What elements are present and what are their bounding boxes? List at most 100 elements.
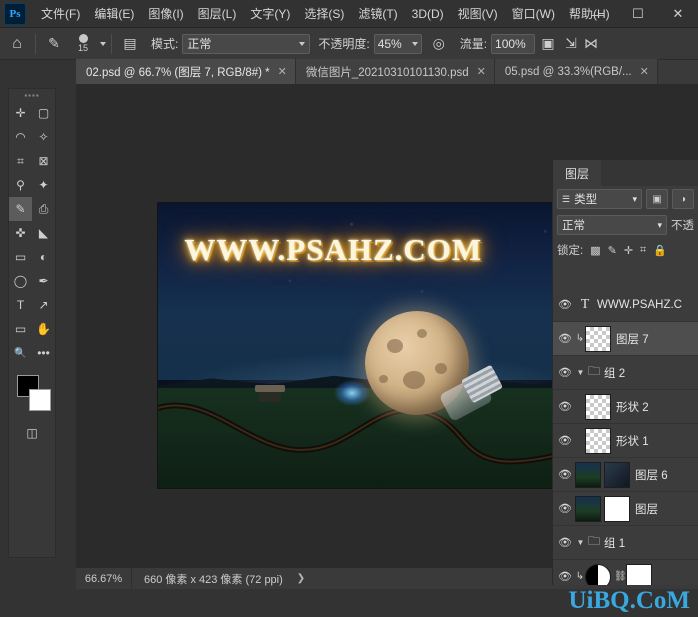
layer-mask-thumbnail[interactable]: [604, 495, 630, 522]
menu-window[interactable]: 窗口(W): [505, 0, 562, 28]
history-brush-tool[interactable]: ✜: [9, 221, 32, 245]
brush-preset-chevron-down-icon[interactable]: [100, 41, 106, 46]
layer-row[interactable]: 👁 ▼ 🗀 组 1: [553, 526, 698, 560]
layer-row[interactable]: 👁 ▼ 🗀 组 2: [553, 356, 698, 390]
home-icon[interactable]: ⌂: [4, 32, 30, 56]
layer-visibility-icon[interactable]: 👁: [555, 332, 575, 345]
flow-input[interactable]: 100%: [491, 33, 536, 54]
type-tool[interactable]: T: [9, 293, 32, 317]
tab-layers[interactable]: 图层: [553, 160, 602, 186]
layer-blend-mode-select[interactable]: 正常 ▾: [557, 215, 667, 235]
mask-link-icon[interactable]: ⛓: [614, 571, 627, 582]
layer-mask-thumbnail[interactable]: [626, 563, 652, 585]
background-color-swatch[interactable]: [29, 389, 51, 411]
adjustment-layer-thumbnail[interactable]: [585, 563, 611, 585]
tab-02-psd[interactable]: 02.psd @ 66.7% (图层 7, RGB/8#) * ✕: [76, 59, 296, 84]
tab-wechat-image[interactable]: 微信图片_20210310101130.psd ✕: [295, 59, 495, 84]
close-button[interactable]: ✕: [658, 0, 698, 28]
crop-tool[interactable]: ⌗: [9, 149, 32, 173]
eyedropper-tool[interactable]: ⚲: [9, 173, 32, 197]
maximize-button[interactable]: ☐: [618, 0, 658, 28]
brush-preset-icon[interactable]: ✎: [41, 32, 67, 56]
more-tools-icon[interactable]: •••: [32, 341, 55, 365]
marquee-tool[interactable]: ▢: [32, 101, 55, 125]
menu-type[interactable]: 文字(Y): [243, 0, 297, 28]
layer-thumbnail[interactable]: [585, 427, 611, 454]
path-select-tool[interactable]: ↗: [32, 293, 55, 317]
pen-tool[interactable]: ✒: [32, 269, 55, 293]
group-expand-chevron-down-icon[interactable]: ▼: [575, 538, 586, 547]
layer-visibility-icon[interactable]: 👁: [555, 536, 575, 549]
gradient-tool[interactable]: ▭: [9, 245, 32, 269]
menu-view[interactable]: 视图(V): [451, 0, 505, 28]
layer-row[interactable]: 👁 形状 2: [553, 390, 698, 424]
menu-layer[interactable]: 图层(L): [191, 0, 244, 28]
zoom-level[interactable]: 66.67%: [76, 567, 132, 590]
eraser-tool[interactable]: ◣: [32, 221, 55, 245]
symmetry-icon[interactable]: ⋈: [581, 32, 601, 56]
layer-visibility-icon[interactable]: 👁: [555, 400, 575, 413]
clone-stamp-tool[interactable]: ⎙: [32, 197, 55, 221]
layer-row[interactable]: 👁 图层 6: [553, 458, 698, 492]
layer-thumbnail[interactable]: [575, 495, 601, 522]
dodge-tool[interactable]: ◯: [9, 269, 32, 293]
menu-edit[interactable]: 编辑(E): [87, 0, 141, 28]
layer-row[interactable]: 👁 ↳ 图层 7: [553, 322, 698, 356]
filter-pixel-icon[interactable]: ▣: [646, 189, 668, 209]
layer-thumbnail[interactable]: [585, 325, 611, 352]
layer-filter-type-select[interactable]: ☰ 类型 ▾: [557, 189, 642, 209]
tab-05-psd[interactable]: 05.psd @ 33.3%(RGB/... ✕: [494, 59, 658, 84]
layer-mask-thumbnail[interactable]: [604, 461, 630, 488]
move-tool[interactable]: ✛: [9, 101, 32, 125]
smoothing-icon[interactable]: ⇲: [561, 32, 581, 56]
hand-tool[interactable]: ✋: [32, 317, 55, 341]
layer-visibility-icon[interactable]: 👁: [555, 298, 575, 311]
layer-visibility-icon[interactable]: 👁: [555, 468, 575, 481]
lock-transparent-pixels-icon[interactable]: ▩: [590, 244, 600, 257]
layer-thumbnail[interactable]: [585, 393, 611, 420]
lock-artboard-icon[interactable]: ⌗: [640, 244, 646, 257]
layer-thumbnail[interactable]: [575, 461, 601, 488]
layer-visibility-icon[interactable]: 👁: [555, 502, 575, 515]
lock-all-icon[interactable]: 🔒: [653, 244, 667, 257]
tab-close-icon-2[interactable]: ✕: [640, 65, 649, 78]
filter-adjustment-icon[interactable]: ◑: [672, 189, 694, 209]
pressure-opacity-icon[interactable]: ◎: [426, 32, 452, 56]
blur-tool[interactable]: ◐: [32, 245, 55, 269]
quick-mask-icon[interactable]: ◫: [20, 421, 44, 445]
menu-select[interactable]: 选择(S): [297, 0, 351, 28]
tab-close-icon-1[interactable]: ✕: [477, 65, 486, 78]
opacity-input[interactable]: 45%: [373, 33, 422, 54]
layer-row[interactable]: 👁 图层: [553, 492, 698, 526]
layer-visibility-icon[interactable]: 👁: [555, 366, 575, 379]
menu-3d[interactable]: 3D(D): [405, 0, 451, 28]
lock-image-pixels-icon[interactable]: ✎: [608, 244, 617, 257]
layer-visibility-icon[interactable]: 👁: [555, 434, 575, 447]
zoom-tool[interactable]: 🔍: [9, 341, 32, 365]
layer-list[interactable]: 👁 T WWW.PSAHZ.C 👁 ↳ 图层 7 👁 ▼ 🗀 组 2 👁 形状 …: [553, 288, 698, 585]
tab-close-icon-0[interactable]: ✕: [278, 65, 287, 78]
lasso-tool[interactable]: ◠: [9, 125, 32, 149]
group-expand-chevron-down-icon[interactable]: ▼: [575, 368, 586, 377]
lock-position-icon[interactable]: ✛: [624, 244, 633, 257]
shape-tool[interactable]: ▭: [9, 317, 32, 341]
healing-brush-tool[interactable]: ✦: [32, 173, 55, 197]
layer-row[interactable]: 👁 ↳ ⛓: [553, 560, 698, 585]
menu-filter[interactable]: 滤镜(T): [351, 0, 404, 28]
status-expand-chevron-icon[interactable]: ❯: [297, 573, 305, 584]
tools-panel-grip[interactable]: ▪▪▪▪: [9, 89, 55, 101]
layer-row[interactable]: 👁 T WWW.PSAHZ.C: [553, 288, 698, 322]
menu-image[interactable]: 图像(I): [141, 0, 190, 28]
layer-visibility-icon[interactable]: 👁: [555, 570, 575, 583]
layer-row[interactable]: 👁 形状 1: [553, 424, 698, 458]
document-canvas[interactable]: WWW.PSAHZ.COM: [158, 203, 598, 488]
menu-file[interactable]: 文件(F): [34, 0, 87, 28]
airbrush-icon[interactable]: ▣: [535, 32, 561, 56]
minimize-button[interactable]: —: [578, 0, 618, 28]
brush-tool[interactable]: ✎: [9, 197, 32, 221]
brush-size-preview[interactable]: 15: [69, 34, 97, 53]
blend-mode-select[interactable]: 正常: [182, 33, 311, 54]
frame-tool[interactable]: ⊠: [32, 149, 55, 173]
quick-select-tool[interactable]: ✧: [32, 125, 55, 149]
brush-panel-toggle-icon[interactable]: ▤: [117, 32, 143, 56]
